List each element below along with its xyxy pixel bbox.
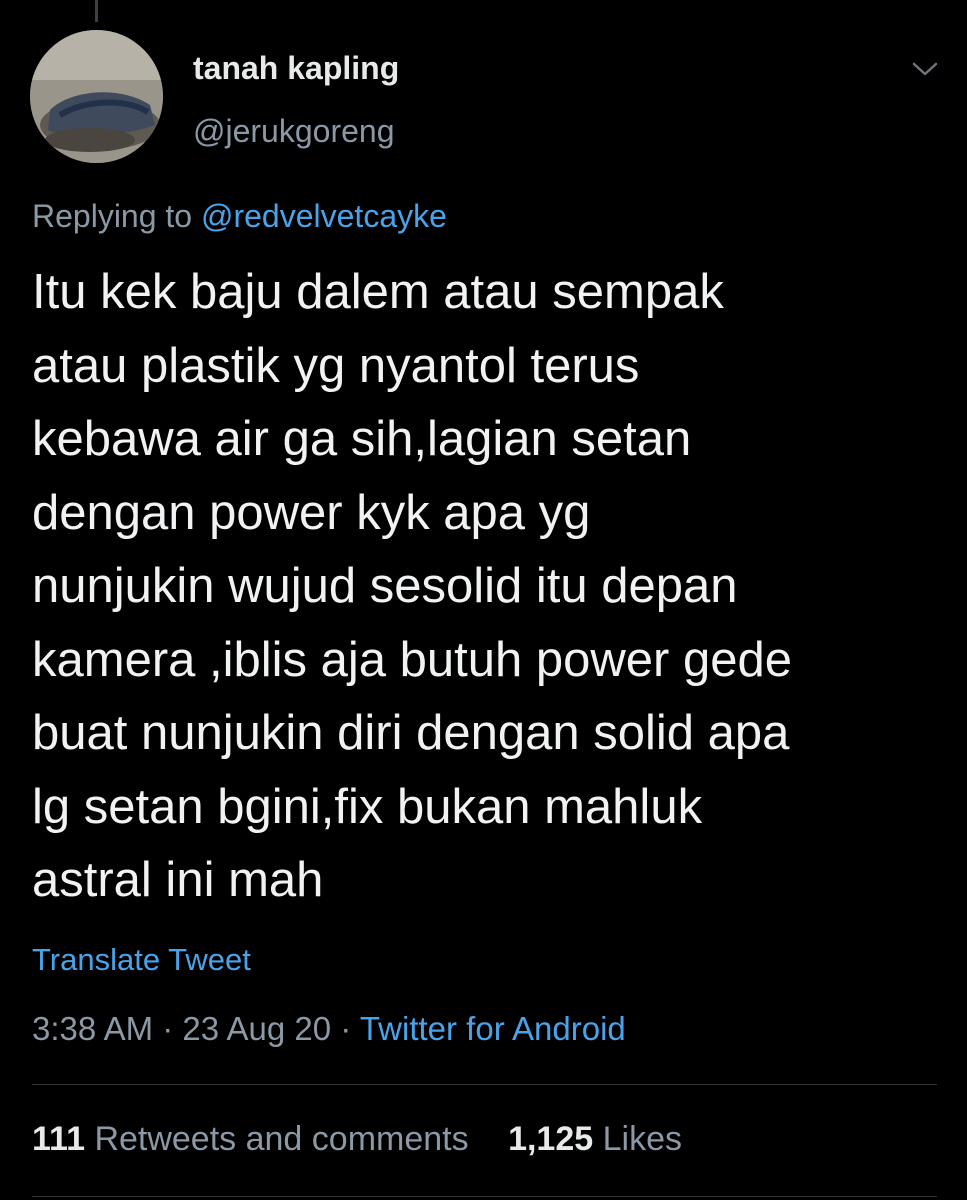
avatar-photo (30, 30, 163, 163)
meta-separator: · (340, 1010, 352, 1047)
author-handle[interactable]: @jerukgoreng (193, 113, 394, 150)
likes-stat[interactable]: 1,125 Likes (508, 1120, 682, 1158)
divider (32, 1084, 937, 1085)
tweet-source-link[interactable]: Twitter for Android (360, 1010, 626, 1047)
tweet-metadata: 3:38 AM · 23 Aug 20 · Twitter for Androi… (32, 1010, 626, 1048)
retweets-stat[interactable]: 111 Retweets and comments (32, 1120, 478, 1158)
tweet-time[interactable]: 3:38 AM (32, 1010, 153, 1047)
tweet-text: Itu kek baju dalem atau sempak atau plas… (32, 265, 792, 907)
thread-connector-line (95, 0, 98, 22)
likes-count: 1,125 (508, 1120, 594, 1158)
avatar[interactable] (30, 30, 163, 163)
replying-to-label: Replying to (32, 198, 193, 234)
translate-tweet-link[interactable]: Translate Tweet (32, 942, 251, 978)
likes-label: Likes (602, 1120, 682, 1158)
reply-mention-link[interactable]: @redvelvetcayke (201, 198, 447, 234)
more-options-button[interactable] (905, 52, 945, 86)
replying-to: Replying to @redvelvetcayke (32, 198, 447, 235)
retweets-label: Retweets and comments (94, 1120, 469, 1158)
tweet-stats: 111 Retweets and comments 1,125 Likes (32, 1120, 682, 1159)
retweets-count: 111 (32, 1120, 85, 1158)
tweet-date[interactable]: 23 Aug 20 (182, 1010, 331, 1047)
author-name[interactable]: tanah kapling (193, 50, 399, 87)
chevron-down-icon (912, 62, 938, 76)
meta-separator: · (162, 1010, 174, 1047)
divider (32, 1196, 937, 1197)
